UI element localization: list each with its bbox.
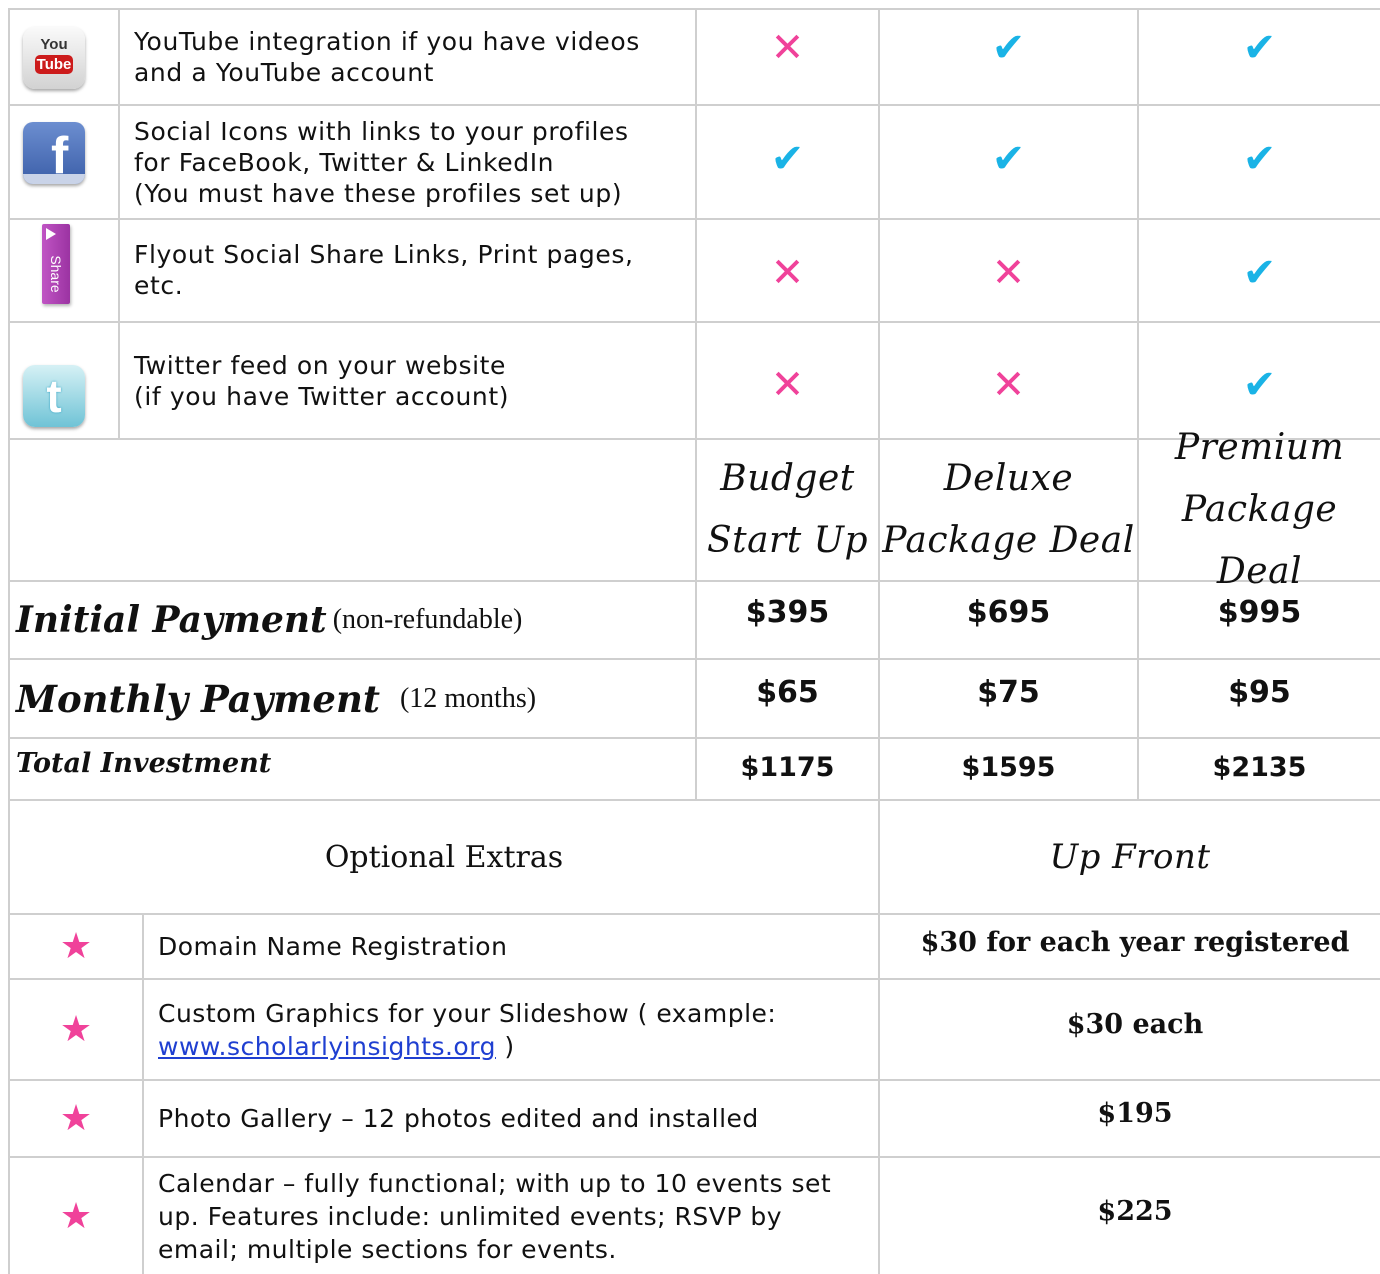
initial-price-budget: $395 — [745, 594, 830, 630]
budget-cross-mark: ✕ — [770, 361, 805, 408]
youtube-icon: You Tube — [23, 27, 85, 89]
package-header-budget: Budget Start Up — [706, 458, 869, 561]
twitter-icon: t — [23, 365, 85, 427]
monthly-price-premium: $95 — [1228, 674, 1291, 710]
extra-text: Domain Name Registration — [158, 932, 508, 961]
extra-text: Custom Graphics for your Slideshow ( exa… — [158, 998, 777, 1061]
package-header-deluxe: Deluxe Package Deal — [882, 458, 1135, 561]
youtube-icon-you: You — [40, 36, 68, 53]
total-price-deluxe: $1595 — [961, 751, 1056, 783]
deluxe-check-mark: ✔ — [991, 135, 1026, 182]
extra-text: Photo Gallery – 12 photos edited and ins… — [158, 1104, 759, 1133]
monthly-price-deluxe: $75 — [977, 674, 1040, 710]
initial-price-deluxe: $695 — [966, 594, 1051, 630]
youtube-icon-tube: Tube — [35, 55, 73, 74]
total-price-budget: $1175 — [740, 751, 835, 783]
deluxe-cross-mark: ✕ — [991, 361, 1026, 408]
star-icon: ★ — [59, 1195, 93, 1237]
monthly-price-budget: $65 — [756, 674, 819, 710]
optional-extras-heading: Optional Extras — [324, 839, 564, 875]
scholarlyinsights-link[interactable]: www.scholarlyinsights.org — [158, 1032, 496, 1061]
premium-check-mark: ✔ — [1242, 250, 1277, 296]
feature-text: Social Icons with links to your profiles… — [134, 116, 629, 208]
share-icon: Share — [42, 224, 70, 304]
initial-price-premium: $995 — [1217, 594, 1302, 630]
premium-check-mark: ✔ — [1242, 135, 1277, 182]
extra-price: $225 — [1097, 1195, 1173, 1227]
feature-text: Twitter feed on your website (if you hav… — [134, 350, 510, 411]
star-icon: ★ — [59, 926, 93, 967]
feature-text: YouTube integration if you have videos a… — [134, 27, 640, 87]
facebook-icon: f — [23, 122, 85, 184]
extra-text: Calendar – fully functional; with up to … — [158, 1168, 832, 1264]
budget-check-mark: ✔ — [770, 135, 805, 182]
extra-price: $30 for each year registered — [920, 926, 1350, 958]
initial-payment-label: Initial Payment (non-refundable) — [16, 599, 523, 641]
total-price-premium: $2135 — [1212, 751, 1307, 783]
up-front-heading: Up Front — [1049, 837, 1211, 877]
deluxe-cross-mark: ✕ — [991, 250, 1026, 296]
budget-cross-mark: ✕ — [770, 25, 805, 71]
feature-text: Flyout Social Share Links, Print pages, … — [134, 240, 634, 300]
total-investment-label: Total Investment — [16, 747, 272, 779]
star-icon: ★ — [59, 1098, 93, 1139]
monthly-payment-label: Monthly Payment (12 months) — [16, 676, 537, 721]
extra-price: $30 each — [1066, 1008, 1204, 1040]
deluxe-check-mark: ✔ — [991, 25, 1026, 71]
budget-cross-mark: ✕ — [770, 250, 805, 296]
star-icon: ★ — [59, 1009, 93, 1050]
package-header-premium: Premium Package Deal — [1174, 427, 1345, 592]
extra-price: $195 — [1097, 1097, 1173, 1129]
premium-check-mark: ✔ — [1242, 25, 1277, 71]
